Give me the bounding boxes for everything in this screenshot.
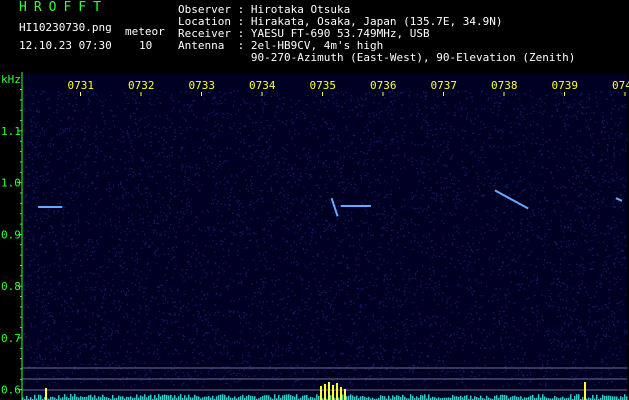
- y-tick-label: 0.7: [1, 332, 21, 345]
- x-tick-label: 0735: [310, 79, 337, 92]
- y-tick-label: 0.8: [1, 280, 21, 293]
- signal-level-peak: [332, 385, 334, 400]
- x-tick-label: 0731: [68, 79, 95, 92]
- signal-level-peak: [45, 388, 47, 400]
- signal-level-peak: [320, 386, 322, 400]
- y-tick-label: 1.0: [1, 177, 21, 190]
- x-tick-label: 0738: [491, 79, 518, 92]
- x-tick-label: 0733: [189, 79, 216, 92]
- spectrogram-background: [22, 74, 627, 400]
- y-tick-label: 0.9: [1, 228, 21, 241]
- signal-level-peak: [328, 382, 330, 400]
- x-tick-label: 0739: [552, 79, 579, 92]
- x-tick-label: 0740: [612, 79, 629, 92]
- x-tick-label: 0736: [370, 79, 397, 92]
- spectrogram-chart: kHz 1.1 1.0 0.9 0.8 0.7 0.6 0731 0732 0733 0734 073…: [1, 72, 629, 400]
- signal-level-peak: [336, 383, 338, 400]
- y-tick-label: 0.6: [1, 384, 21, 397]
- signal-level-peak: [584, 382, 586, 400]
- signal-level-peak: [340, 387, 342, 400]
- signal-level-peak: [324, 384, 326, 400]
- x-tick-label: 0732: [128, 79, 155, 92]
- signal-level-peak: [344, 389, 346, 400]
- x-tick-label: 0734: [249, 79, 276, 92]
- x-tick-label: 0737: [431, 79, 458, 92]
- y-tick-label: 1.1: [1, 125, 21, 138]
- y-axis-unit-label: kHz: [1, 73, 21, 86]
